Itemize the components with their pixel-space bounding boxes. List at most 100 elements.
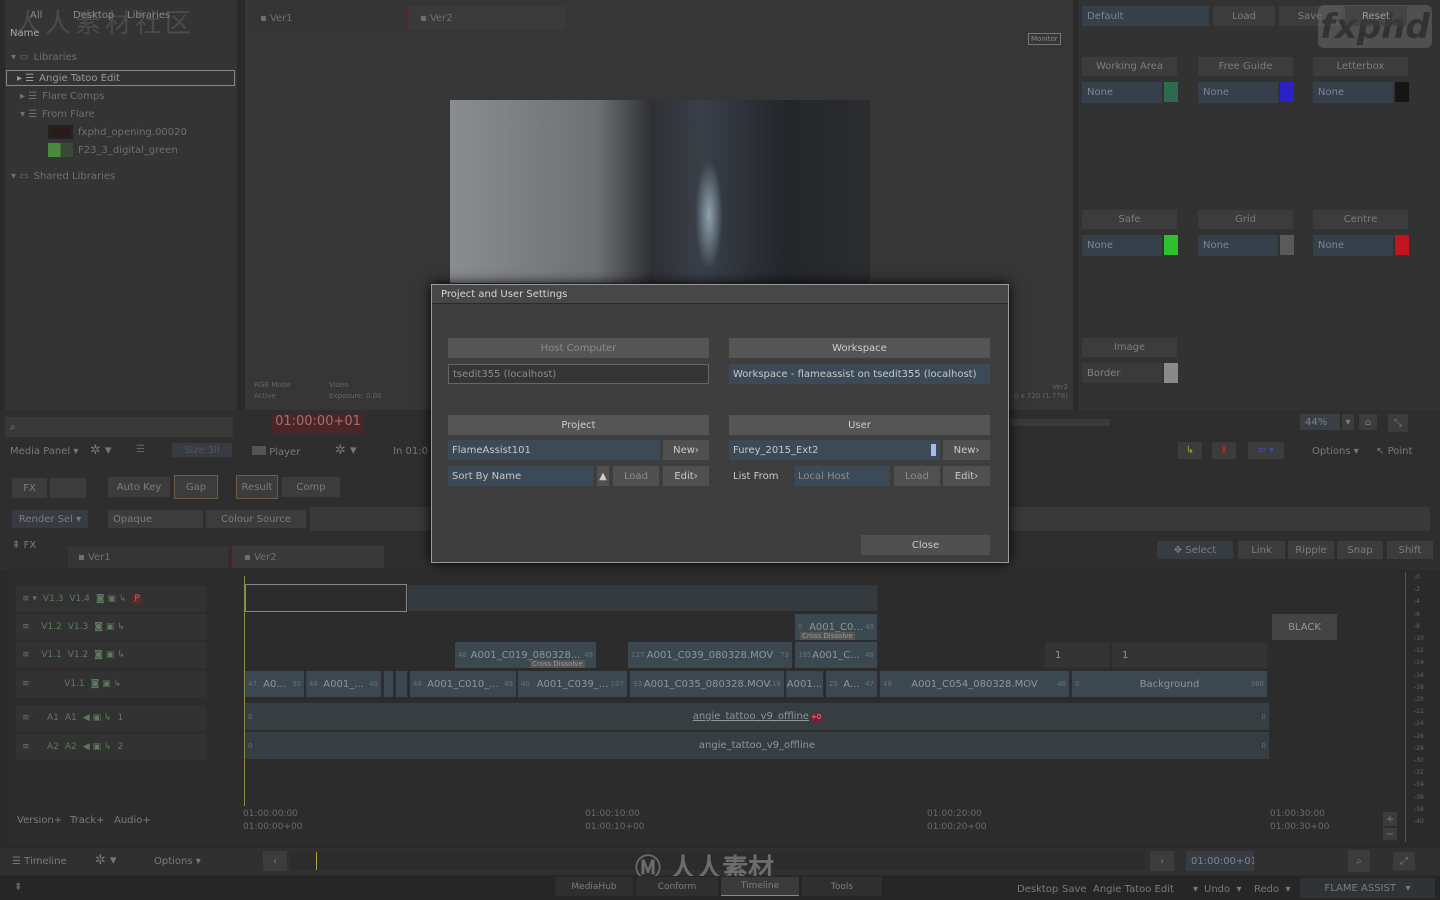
- tree-item-from-flare[interactable]: ▾ ☰ From Flare: [20, 106, 95, 122]
- timeline-clip[interactable]: 25 A... 47: [826, 671, 878, 697]
- empty-selection-box[interactable]: [245, 584, 407, 612]
- magnify-icon[interactable]: ⌕: [1348, 850, 1370, 872]
- size-slider[interactable]: Size 3ll: [172, 443, 232, 457]
- free-guide-color-swatch[interactable]: [1280, 82, 1294, 102]
- point-tool[interactable]: ↖ Point: [1376, 446, 1412, 457]
- track-header-v1-1[interactable]: ≡ V1.1 ◙ ▣ ↳: [16, 671, 206, 697]
- track-header-v1-4[interactable]: ≡ ▾ V1.3 V1.4 ◙ ▣ ↳ P: [16, 586, 206, 612]
- library-dropdown[interactable]: Angie Tatoo Edit ▾: [1093, 884, 1198, 895]
- timeline-options-menu[interactable]: Options ▾: [154, 856, 201, 867]
- timeline-tab-ver1[interactable]: ▪ Ver1: [68, 546, 228, 568]
- fit-icon[interactable]: ⤢: [1393, 852, 1415, 870]
- host-computer-field[interactable]: tsedit355 (localhost): [448, 364, 709, 384]
- grid-button[interactable]: Grid: [1198, 210, 1293, 229]
- safe-field[interactable]: None: [1082, 235, 1162, 256]
- redo-button[interactable]: Redo ▾: [1254, 884, 1291, 895]
- home-icon[interactable]: ⌂: [1359, 414, 1377, 430]
- transition-label[interactable]: Cross Dissolve: [800, 632, 855, 640]
- timeline-clip[interactable]: 48 A001_C054_080328.MOV 48: [880, 671, 1070, 697]
- save-button-status[interactable]: Save: [1062, 884, 1087, 895]
- free-guide-button[interactable]: Free Guide: [1198, 57, 1293, 76]
- tree-item-flare-comps[interactable]: ▸ ☰ Flare Comps: [20, 88, 104, 104]
- zoom-out-button[interactable]: −: [1383, 828, 1397, 840]
- gap-button[interactable]: Gap: [174, 475, 218, 499]
- grid-color-swatch[interactable]: [1280, 235, 1294, 255]
- sort-field[interactable]: Sort By Name: [448, 466, 593, 486]
- timeline-clip[interactable]: [396, 671, 408, 697]
- player-gear-icon[interactable]: ✲ ▾: [335, 443, 357, 458]
- audio-add-button[interactable]: Audio+: [114, 815, 151, 826]
- zoom-in-button[interactable]: +: [1383, 812, 1397, 826]
- gear-icon[interactable]: ✲ ▾: [90, 443, 112, 458]
- timeline-clip[interactable]: 1: [1112, 642, 1268, 668]
- letterbox-field[interactable]: None: [1313, 82, 1393, 103]
- player-menu[interactable]: Player: [252, 446, 300, 458]
- monitor-button[interactable]: Monitor: [1028, 33, 1061, 45]
- project-field[interactable]: FlameAssist101: [448, 440, 660, 460]
- desktop-button[interactable]: Desktop: [1017, 884, 1058, 895]
- version-add-button[interactable]: Version+: [17, 815, 62, 826]
- safe-color-swatch[interactable]: [1164, 235, 1178, 255]
- track-add-button[interactable]: Track+: [70, 815, 105, 826]
- snap-mode-button[interactable]: Snap: [1337, 541, 1383, 559]
- timeline-clip[interactable]: 195 A001_C... 48: [795, 642, 878, 668]
- scroll-left-button[interactable]: ‹: [263, 851, 287, 871]
- fx-secondary-button[interactable]: [50, 478, 86, 498]
- tab-tools[interactable]: Tools: [802, 877, 882, 896]
- track-header-a2[interactable]: ≡ A2 A2 ◀ ▣ ↳ 2: [16, 734, 206, 760]
- letterbox-color-swatch[interactable]: [1395, 82, 1409, 102]
- zoom-field[interactable]: 44%: [1300, 414, 1340, 430]
- timeline-menu[interactable]: ☰ Timeline: [12, 856, 67, 867]
- timeline-clip[interactable]: 47 A0... 30: [245, 671, 305, 697]
- background-clip[interactable]: 0 Background 360: [1072, 671, 1268, 697]
- audio-clip-a2[interactable]: 0 angie_tattoo_v9_offline 0: [245, 732, 1270, 759]
- project-new-button[interactable]: New ›: [663, 440, 709, 460]
- timeline-gear-icon[interactable]: ✲ ▾: [95, 853, 117, 868]
- workspace-field[interactable]: Workspace - flameassist on tsedit355 (lo…: [729, 364, 990, 384]
- track-header-a1[interactable]: ≡ A1 A1 ◀ ▣ ↳ 1: [16, 705, 206, 731]
- timeline-clip[interactable]: A001...: [786, 671, 824, 697]
- track-header-v1-3[interactable]: ≡ V1.2 V1.3 ◙ ▣ ↳: [16, 614, 206, 640]
- timeline-clip[interactable]: [384, 671, 394, 697]
- timeline-clip[interactable]: 48 A001_C010_... 49: [410, 671, 517, 697]
- media-search-input[interactable]: ⌕: [5, 417, 233, 437]
- render-sel-dropdown[interactable]: Render Sel ▾: [12, 510, 88, 528]
- comp-button[interactable]: Comp: [282, 477, 340, 497]
- tab-timeline[interactable]: Timeline: [721, 877, 799, 896]
- timeline-clip[interactable]: 93 A001_C035_080328.MOV 118: [630, 671, 785, 697]
- centre-button[interactable]: Centre: [1313, 210, 1408, 229]
- fx-toggle[interactable]: ⇞ FX: [12, 540, 36, 551]
- viewer-tab-ver1[interactable]: ▪ Ver1: [250, 6, 405, 30]
- list-from-field[interactable]: Local Host: [794, 466, 890, 486]
- working-area-field[interactable]: None: [1082, 82, 1162, 103]
- tree-item-shared-libraries[interactable]: ▾ ▭ Shared Libraries: [11, 168, 115, 184]
- user-new-button[interactable]: New ›: [943, 440, 990, 460]
- viewer-scrub-bar[interactable]: [1010, 419, 1110, 426]
- tree-item-angie-tatoo-edit[interactable]: ▸ ☰ Angie Tatoo Edit: [6, 70, 235, 86]
- image-border-color-swatch[interactable]: [1164, 363, 1178, 383]
- viewer-tab-ver2[interactable]: ▪ Ver2: [408, 6, 565, 30]
- fx-button[interactable]: FX: [12, 478, 47, 498]
- timeline-gap-v1-4[interactable]: [408, 585, 878, 611]
- letterbox-button[interactable]: Letterbox: [1313, 57, 1408, 76]
- timeline-clip[interactable]: 40 A001_C039_... 107: [518, 671, 628, 697]
- transition-label[interactable]: Cross Dissolve: [530, 660, 585, 668]
- timeline-clip[interactable]: 1: [1045, 642, 1110, 668]
- tab-conform[interactable]: Conform: [636, 877, 718, 896]
- working-area-button[interactable]: Working Area: [1082, 57, 1177, 76]
- collapse-icon[interactable]: ⇞: [14, 882, 22, 893]
- working-area-color-swatch[interactable]: [1164, 82, 1178, 102]
- select-mode-button[interactable]: ✥ Select: [1157, 541, 1233, 559]
- user-field[interactable]: Furey_2015_Ext2: [729, 440, 940, 460]
- replace-icon[interactable]: ⇄ ▾: [1248, 442, 1284, 459]
- clip-f23-digital-green[interactable]: F23_3_digital_green: [48, 142, 178, 158]
- media-panel-menu[interactable]: Media Panel ▾: [10, 446, 78, 457]
- timeline-clip[interactable]: 48 A001_... 40: [306, 671, 382, 697]
- timeline-tab-ver2[interactable]: ▪ Ver2: [232, 546, 384, 568]
- timeline-timecode-field[interactable]: 01:00:00+01: [1186, 851, 1254, 871]
- source-record-icon[interactable]: ↳: [1178, 442, 1202, 459]
- free-guide-field[interactable]: None: [1198, 82, 1278, 103]
- preset-field[interactable]: Default: [1082, 6, 1209, 26]
- close-button[interactable]: Close: [861, 535, 990, 555]
- in-point-field[interactable]: In 01:0: [393, 446, 428, 457]
